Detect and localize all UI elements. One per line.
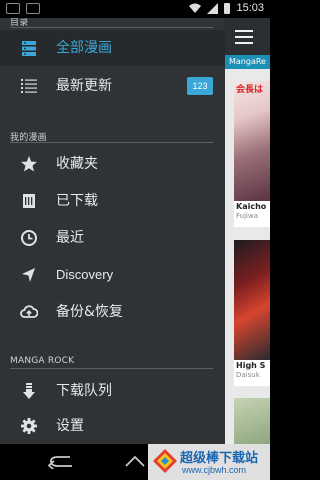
drawer-item-favorites[interactable]: 收藏夹 [0, 146, 225, 182]
drawer-item-all-comics[interactable]: 全部漫画 [0, 30, 225, 66]
drawer-item-label: Discovery [56, 267, 114, 282]
notification-icon [6, 3, 20, 14]
comic-title: Kaicho [236, 202, 267, 211]
drawer-item-label: 最近 [56, 230, 84, 246]
divider [10, 27, 213, 28]
drawer-item-downloaded[interactable]: 已下载 [0, 183, 225, 219]
status-bar: 15:03 [0, 0, 270, 18]
divider [10, 142, 213, 143]
library-content: MangaRe 会長は Kaicho Fujiwa High S Daisuk [225, 18, 270, 444]
drawer-item-label: 最新更新 [56, 78, 112, 94]
drawer-item-label: 下载队列 [56, 383, 112, 399]
home-icon[interactable] [122, 454, 148, 468]
comic-cover[interactable] [234, 398, 270, 444]
cover-title-art: 会長は [236, 85, 264, 95]
drawer-item-latest-updates[interactable]: 最新更新 123 [0, 68, 225, 104]
comic-author: Fujiwa [236, 212, 258, 220]
drawer-item-label: 全部漫画 [56, 40, 112, 56]
cloud-upload-icon [20, 303, 38, 321]
battery-icon [224, 2, 231, 14]
source-tab[interactable]: MangaRe [225, 55, 270, 69]
cover-image [234, 398, 270, 444]
drawer-item-label: 设置 [56, 418, 84, 434]
drawer-item-discovery[interactable]: Discovery [0, 257, 225, 293]
comic-cover[interactable]: 会長は Kaicho Fujiwa [234, 81, 270, 227]
drawer-item-label: 备份&恢复 [56, 304, 123, 320]
download-queue-icon [20, 382, 38, 400]
comic-title: High S [236, 361, 266, 370]
watermark-title: 超级棒下载站 [180, 451, 259, 466]
all-comics-icon [20, 39, 38, 57]
notification-icon [26, 3, 40, 14]
drawer-item-label: 已下载 [56, 193, 98, 209]
drawer-item-backup-restore[interactable]: 备份&恢复 [0, 294, 225, 330]
navigation-drawer: 目录 全部漫画 最新更新 123 我的漫画 收藏夹 已下载 最近 Discove… [0, 18, 225, 444]
drawer-item-recent[interactable]: 最近 [0, 220, 225, 256]
navigation-arrow-icon [20, 266, 38, 284]
menu-icon[interactable] [235, 30, 253, 44]
gear-icon [20, 417, 38, 435]
downloaded-icon [20, 192, 38, 210]
cover-image [234, 240, 270, 360]
watermark-logo [153, 449, 177, 473]
signal-icon [207, 2, 219, 14]
drawer-item-settings[interactable]: 设置 [0, 408, 225, 444]
section-header-manga-rock: MANGA ROCK [10, 356, 75, 366]
count-badge: 123 [187, 77, 213, 95]
comic-author: Daisuk [236, 371, 260, 379]
watermark-url: www.cjbwh.com [182, 465, 247, 475]
back-icon[interactable] [48, 455, 74, 469]
comic-cover[interactable]: High S Daisuk [234, 240, 270, 386]
clock-icon [20, 229, 38, 247]
app-toolbar [225, 18, 270, 55]
drawer-item-download-queue[interactable]: 下载队列 [0, 373, 225, 409]
list-icon [20, 77, 38, 95]
cover-image [234, 81, 270, 201]
divider [10, 368, 213, 369]
status-time: 15:03 [236, 2, 264, 14]
drawer-item-label: 收藏夹 [56, 156, 98, 172]
wifi-icon [189, 3, 202, 13]
star-icon [20, 155, 38, 173]
watermark: 超级棒下载站 www.cjbwh.com [148, 444, 270, 480]
